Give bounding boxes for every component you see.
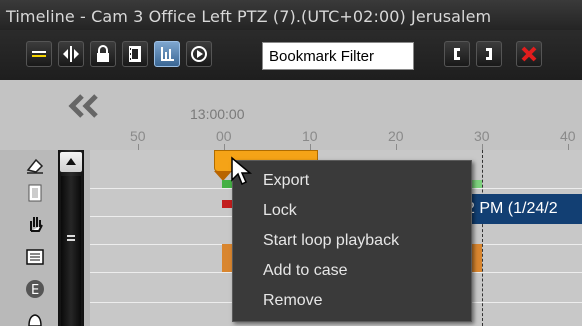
triangle-up-icon — [66, 158, 76, 165]
fit-tracks-button[interactable] — [58, 41, 84, 67]
mouse-cursor-icon — [231, 156, 253, 186]
lock-button[interactable] — [90, 41, 116, 67]
clear-marks-icon — [521, 46, 537, 62]
tick-label: 40 — [560, 128, 576, 144]
svg-text:E: E — [31, 283, 39, 298]
eraser-icon[interactable] — [24, 154, 46, 176]
mark-in-icon — [454, 48, 460, 60]
time-ruler[interactable]: 13:00:00 50 00 10 20 30 40 — [0, 80, 582, 150]
bookmark-filter-input[interactable]: Bookmark Filter — [262, 42, 414, 70]
tick-label: 00 — [216, 128, 232, 144]
selected-time-text: 2 PM (1/24/2 — [466, 200, 558, 217]
scroll-back-icon[interactable] — [66, 93, 102, 119]
track-scrollbar[interactable] — [58, 150, 84, 326]
fit-tracks-icon — [63, 46, 79, 62]
grip-icon — [67, 235, 75, 241]
menu-item-start-loop-playback[interactable]: Start loop playback — [263, 232, 463, 254]
event-marker — [472, 244, 482, 272]
mark-out-icon — [486, 48, 492, 60]
menu-item-export[interactable]: Export — [263, 172, 463, 194]
title-bar: Timeline - Cam 3 Office Left PTZ (7).(UT… — [0, 0, 582, 30]
keyboard-icon[interactable] — [24, 246, 46, 268]
scrollbar-thumb[interactable] — [61, 176, 81, 326]
tick-label: 10 — [302, 128, 318, 144]
mark-in-button[interactable] — [444, 41, 470, 67]
scroll-up-button[interactable] — [60, 152, 82, 172]
time-label: 13:00:00 — [190, 106, 245, 122]
mark-out-button[interactable] — [476, 41, 502, 67]
context-menu: Export Lock Start loop playback Add to c… — [232, 160, 472, 322]
bookmark-list-button[interactable] — [26, 41, 52, 67]
timeline-window: Timeline - Cam 3 Office Left PTZ (7).(UT… — [0, 0, 582, 326]
video-track-icon[interactable] — [24, 182, 46, 204]
selected-time-label[interactable]: 2 PM (1/24/2 — [466, 194, 582, 224]
tick-label: 30 — [474, 128, 490, 144]
export-film-icon — [129, 46, 141, 62]
histogram-icon — [161, 47, 174, 61]
tick-label: 50 — [130, 128, 146, 144]
event-circle-icon[interactable]: E — [24, 278, 46, 300]
recording-marker — [472, 180, 482, 188]
lock-icon — [97, 45, 109, 62]
alarm-bell-icon[interactable] — [24, 310, 46, 326]
toolbar: Bookmark Filter — [0, 30, 582, 80]
bookmark-list-icon — [32, 51, 46, 57]
playhead-line — [482, 150, 483, 326]
histogram-button[interactable] — [154, 41, 180, 67]
clock-play-icon — [191, 46, 207, 62]
window-title: Timeline - Cam 3 Office Left PTZ (7).(UT… — [6, 7, 492, 26]
menu-item-add-to-case[interactable]: Add to case — [263, 262, 463, 284]
hand-pan-icon[interactable] — [24, 212, 46, 234]
clear-marks-button[interactable] — [516, 41, 542, 67]
export-film-button[interactable] — [122, 41, 148, 67]
clock-play-button[interactable] — [186, 41, 212, 67]
menu-item-remove[interactable]: Remove — [263, 292, 463, 314]
tick-label: 20 — [388, 128, 404, 144]
menu-item-lock[interactable]: Lock — [263, 202, 463, 224]
